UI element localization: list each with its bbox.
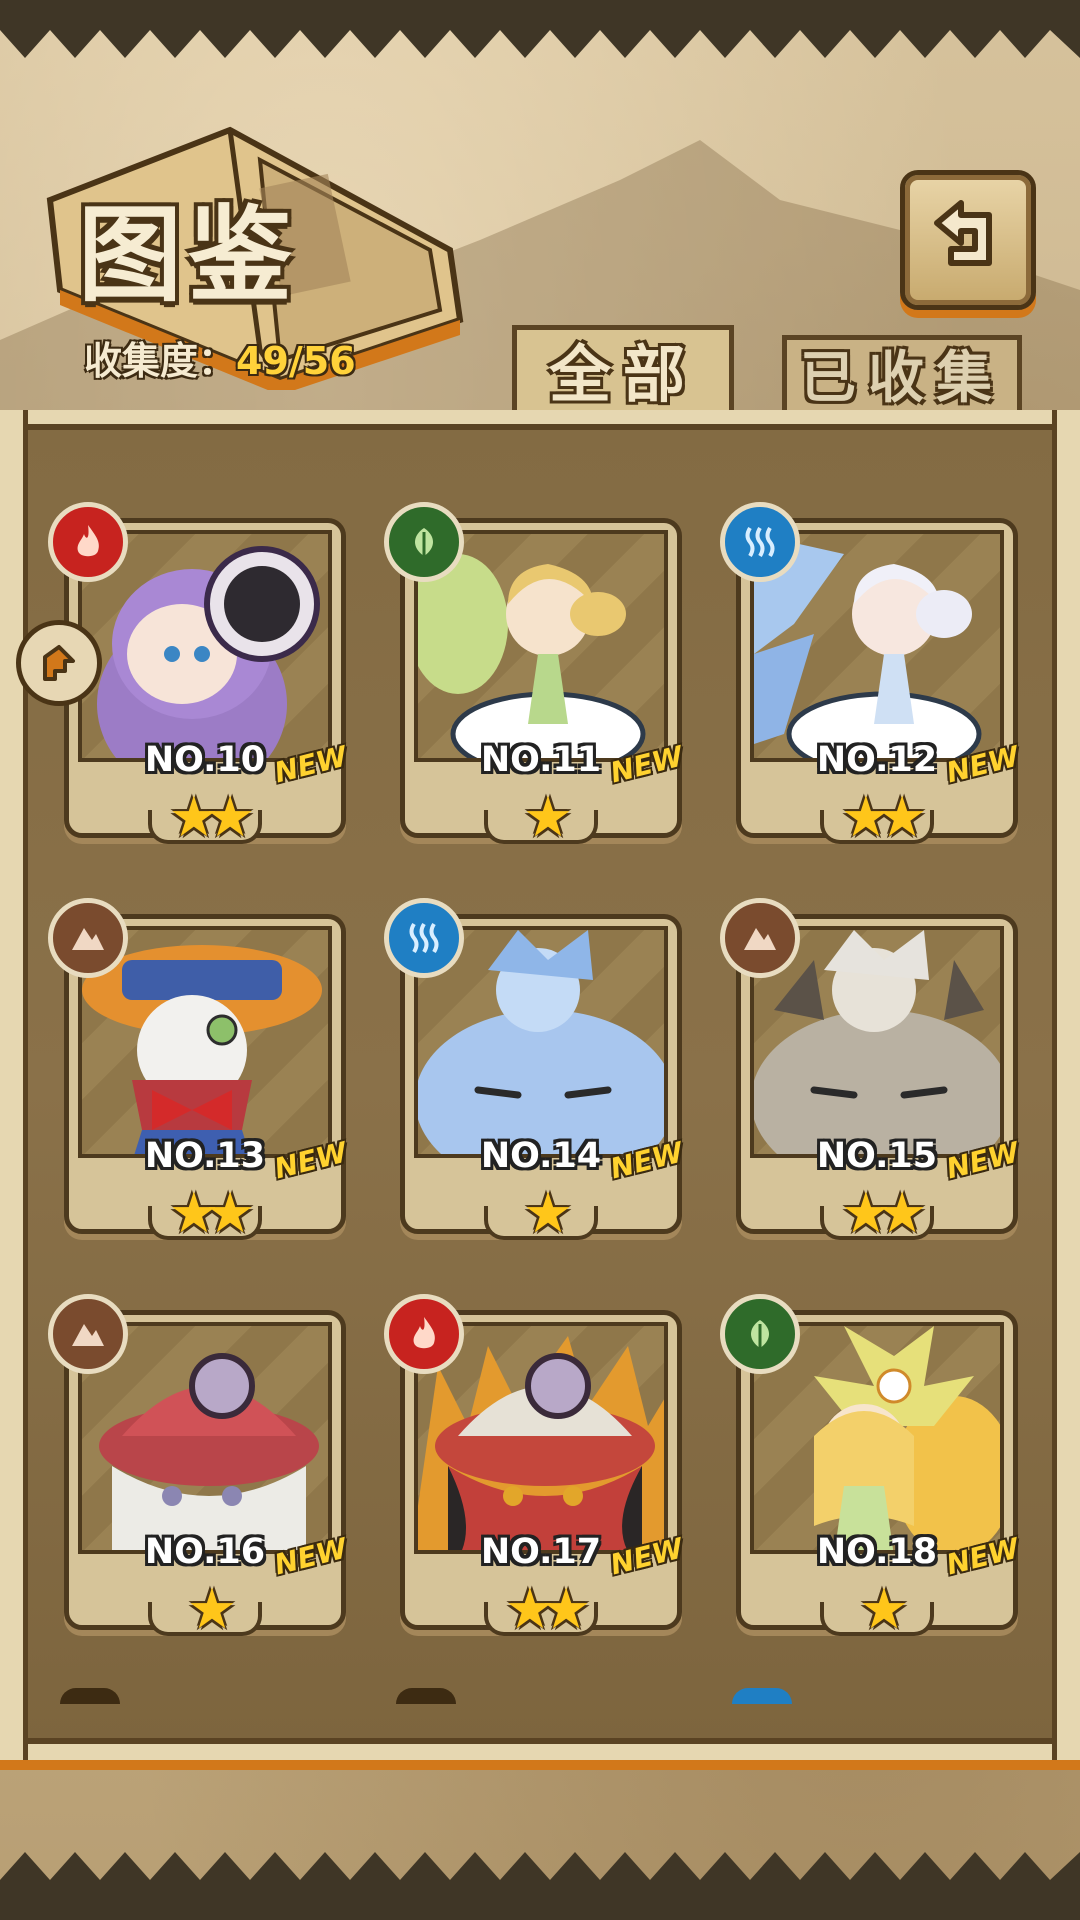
page-title: 图鉴 (78, 194, 299, 316)
panel-frame-left (0, 410, 28, 1760)
star-rating: ★★ (168, 785, 255, 850)
fire-element-icon (48, 502, 128, 582)
leaf-element-icon (384, 502, 464, 582)
leaf-element-icon (720, 1294, 800, 1374)
partial-card-hint (396, 1688, 456, 1704)
collection-value: 49/56 (236, 339, 356, 383)
water-element-icon (720, 502, 800, 582)
creature-card-11[interactable]: NO.11 NEW ★ (384, 502, 686, 850)
panel-frame-right (1052, 410, 1080, 1760)
star-rating: ★ (522, 785, 573, 850)
star-rating: ★★ (504, 1577, 591, 1642)
tab-collected[interactable]: 已收集 (782, 335, 1022, 415)
star-rating: ★ (858, 1577, 909, 1642)
partial-card-hint (60, 1688, 120, 1704)
star-rating: ★ (186, 1577, 237, 1642)
water-element-icon (384, 898, 464, 978)
star-rating: ★★ (840, 785, 927, 850)
creature-card-15[interactable]: NO.15 NEW ★★ (720, 898, 1022, 1246)
creature-card-18[interactable]: NO.18 NEW ★ (720, 1294, 1022, 1642)
star-rating: ★★ (168, 1181, 255, 1246)
earth-element-icon (48, 898, 128, 978)
return-arrow-icon (934, 200, 992, 266)
star-rating: ★★ (840, 1181, 927, 1246)
collection-label: 收集度： (84, 339, 237, 383)
creature-card-17[interactable]: NO.17 NEW ★★ (384, 1294, 686, 1642)
share-arrow-icon (43, 645, 75, 681)
tab-all[interactable]: 全部 (512, 325, 734, 420)
panel-trim (0, 1760, 1080, 1770)
collection-progress: 收集度：49/56 (84, 330, 356, 385)
share-arrow-button[interactable] (16, 620, 102, 706)
zigzag-border-bottom (0, 1852, 1080, 1920)
creature-card-16[interactable]: NO.16 NEW ★ (48, 1294, 350, 1642)
creature-card-10[interactable]: NO.10 NEW ★★ (48, 502, 350, 850)
earth-element-icon (720, 898, 800, 978)
fire-element-icon (384, 1294, 464, 1374)
back-button[interactable] (900, 170, 1036, 310)
zigzag-border-top (0, 0, 1080, 58)
star-rating: ★ (522, 1181, 573, 1246)
creature-card-14[interactable]: NO.14 NEW ★ (384, 898, 686, 1246)
creature-card-12[interactable]: NO.12 NEW ★★ (720, 502, 1022, 850)
creature-card-13[interactable]: NO.13 NEW ★★ (48, 898, 350, 1246)
earth-element-icon (48, 1294, 128, 1374)
partial-card-hint (732, 1688, 792, 1704)
